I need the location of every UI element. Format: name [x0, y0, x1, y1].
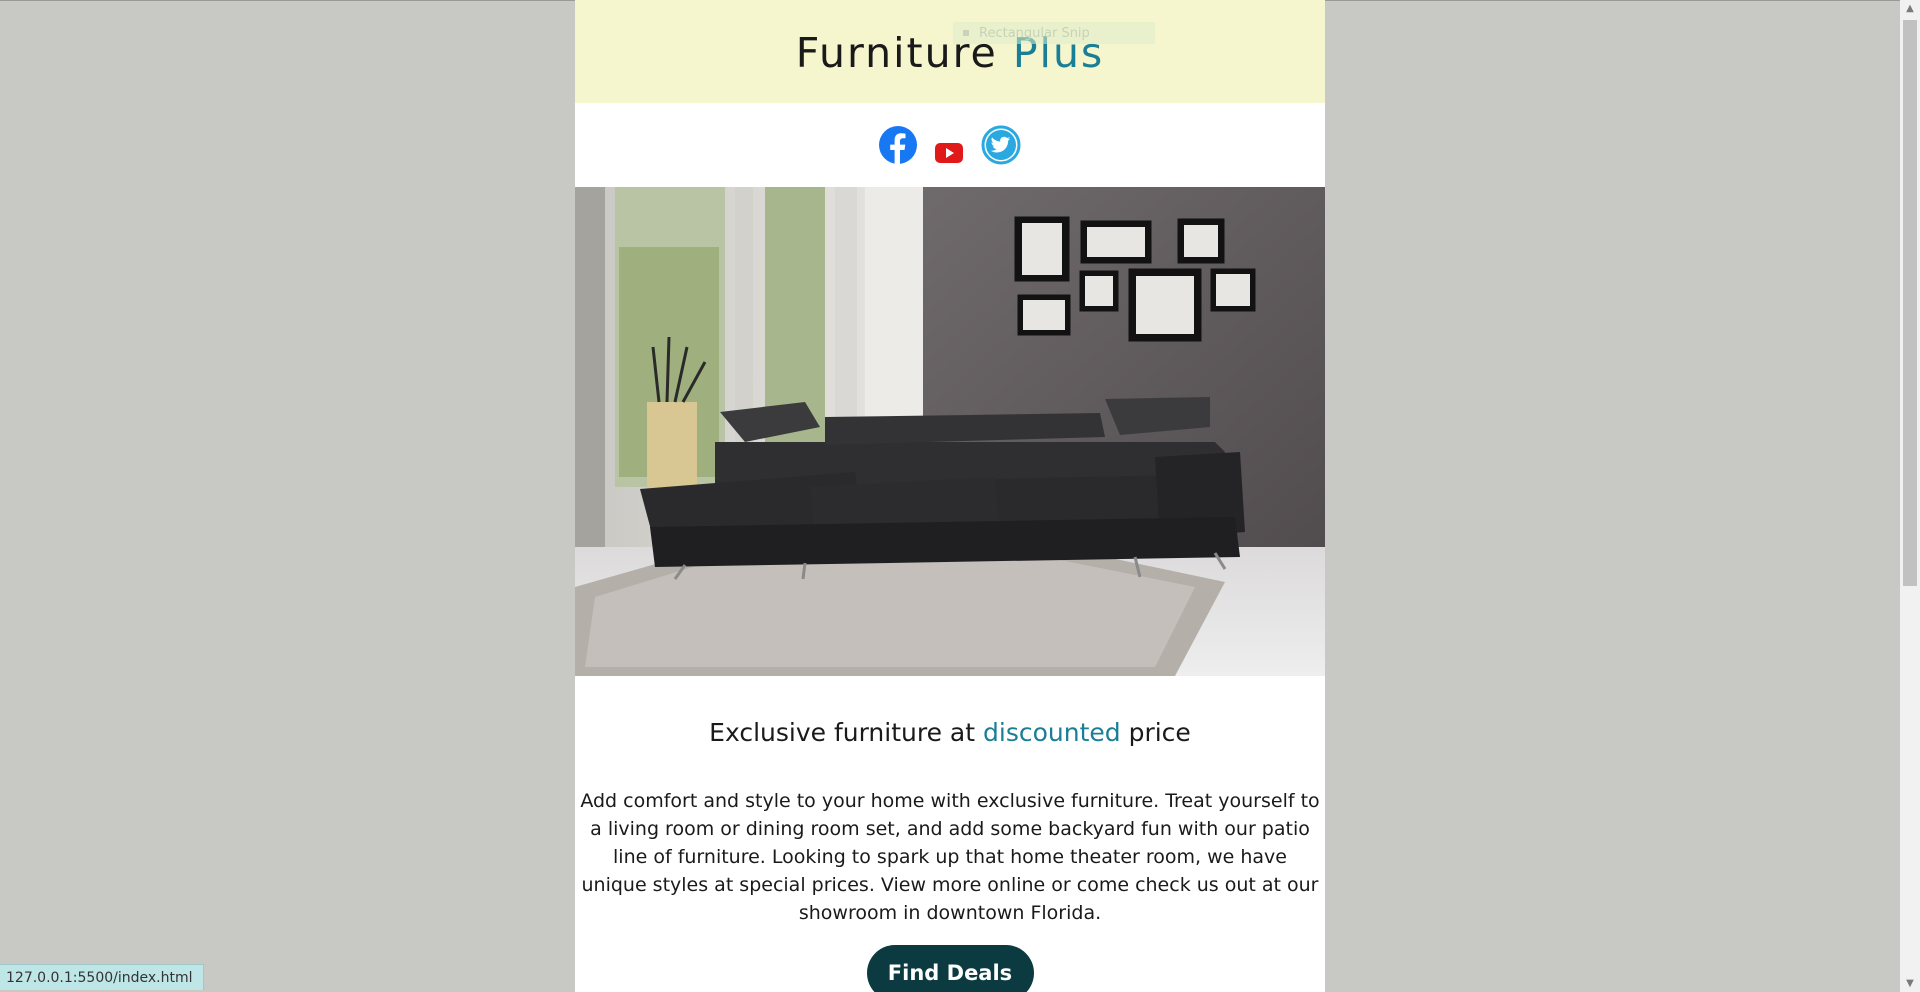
- status-url: 127.0.0.1:5500/index.html: [6, 969, 193, 986]
- email-card: Furniture Plus Exclusive furniture at di…: [575, 0, 1325, 992]
- body-paragraph: Add comfort and style to your home with …: [580, 790, 1320, 924]
- headline-part1: Exclusive furniture at: [709, 718, 976, 747]
- social-links: [575, 103, 1325, 187]
- snip-tool-ghost: Rectangular Snip: [953, 22, 1155, 44]
- twitter-icon[interactable]: [981, 125, 1021, 165]
- scrollbar-thumb[interactable]: [1903, 20, 1917, 586]
- hero-image: [575, 187, 1325, 676]
- youtube-icon[interactable]: [935, 143, 963, 163]
- headline-part2: price: [1128, 718, 1191, 747]
- scroll-down-icon[interactable]: ▼: [1900, 975, 1920, 992]
- header-banner: Furniture Plus: [575, 0, 1325, 103]
- headline-accent: discounted: [983, 718, 1121, 747]
- snip-dot-icon: [963, 30, 969, 36]
- vertical-scrollbar[interactable]: ▲ ▼: [1900, 0, 1920, 992]
- find-deals-button[interactable]: Find Deals: [866, 945, 1034, 992]
- scroll-up-icon[interactable]: ▲: [1900, 0, 1920, 17]
- headline: Exclusive furniture at discounted price: [575, 718, 1325, 747]
- snip-tool-label: Rectangular Snip: [979, 25, 1090, 41]
- link-status-bar: 127.0.0.1:5500/index.html: [0, 964, 204, 990]
- facebook-icon[interactable]: [879, 126, 917, 164]
